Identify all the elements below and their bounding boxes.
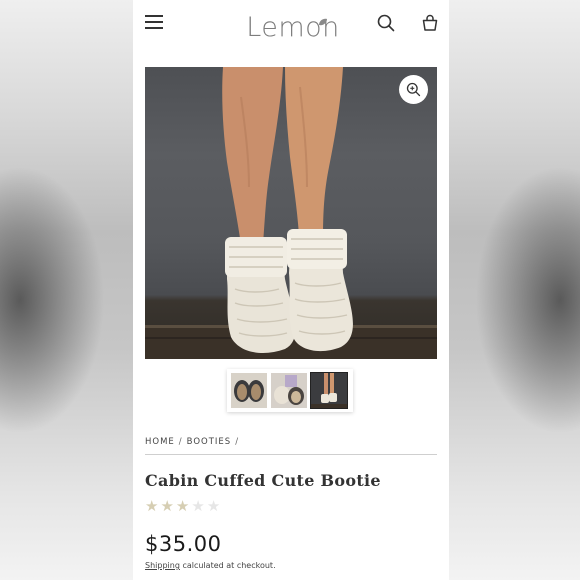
shipping-note: Shipping calculated at checkout. [145, 561, 276, 570]
breadcrumb: HOME / BOOTIES / [145, 437, 437, 455]
breadcrumb-booties-link[interactable]: BOOTIES [187, 437, 232, 447]
bootie-legs-thumbnail[interactable] [310, 372, 348, 409]
star-filled-icon: ★ [175, 497, 190, 515]
star-empty-icon: ★ [191, 497, 205, 515]
zoom-button[interactable] [399, 75, 428, 104]
product-title: Cabin Cuffed Cute Bootie [145, 471, 381, 490]
breadcrumb-separator: / [235, 437, 240, 447]
shipping-link[interactable]: Shipping [145, 561, 180, 570]
product-price: $35.00 [145, 532, 222, 556]
zoom-in-icon [406, 82, 421, 97]
star-empty-icon: ★ [206, 497, 221, 515]
product-main-image[interactable] [145, 67, 437, 359]
cart-button[interactable] [420, 13, 440, 33]
slipper-gift-thumbnail[interactable] [271, 373, 307, 408]
site-header: Lemon [133, 0, 449, 58]
slipper-pair-thumbnail[interactable] [231, 373, 267, 408]
hamburger-icon [145, 15, 163, 17]
leaf-icon [319, 18, 327, 26]
shopping-bag-icon [422, 14, 438, 31]
bootie-photo [145, 67, 437, 359]
star-filled-icon: ★ [160, 497, 174, 515]
star-filled-icon: ★ [145, 497, 159, 515]
blurred-backdrop-left [0, 0, 133, 580]
thumbnail-strip [227, 369, 353, 412]
mobile-page: Lemon HOME / BOOTIES / Cabin Cuffed Cute… [133, 0, 449, 580]
breadcrumb-home-link[interactable]: HOME [145, 437, 175, 447]
search-button[interactable] [376, 13, 396, 33]
logo-text: Lemon [246, 12, 340, 43]
lemon-logo[interactable]: Lemon [233, 12, 353, 46]
blurred-backdrop-right [447, 0, 580, 580]
search-icon [377, 14, 395, 32]
breadcrumb-separator: / [178, 437, 183, 447]
star-rating[interactable]: ★ ★ ★ ★ ★ [145, 498, 220, 514]
hamburger-menu-button[interactable] [145, 15, 163, 31]
shipping-text: calculated at checkout. [179, 561, 276, 570]
